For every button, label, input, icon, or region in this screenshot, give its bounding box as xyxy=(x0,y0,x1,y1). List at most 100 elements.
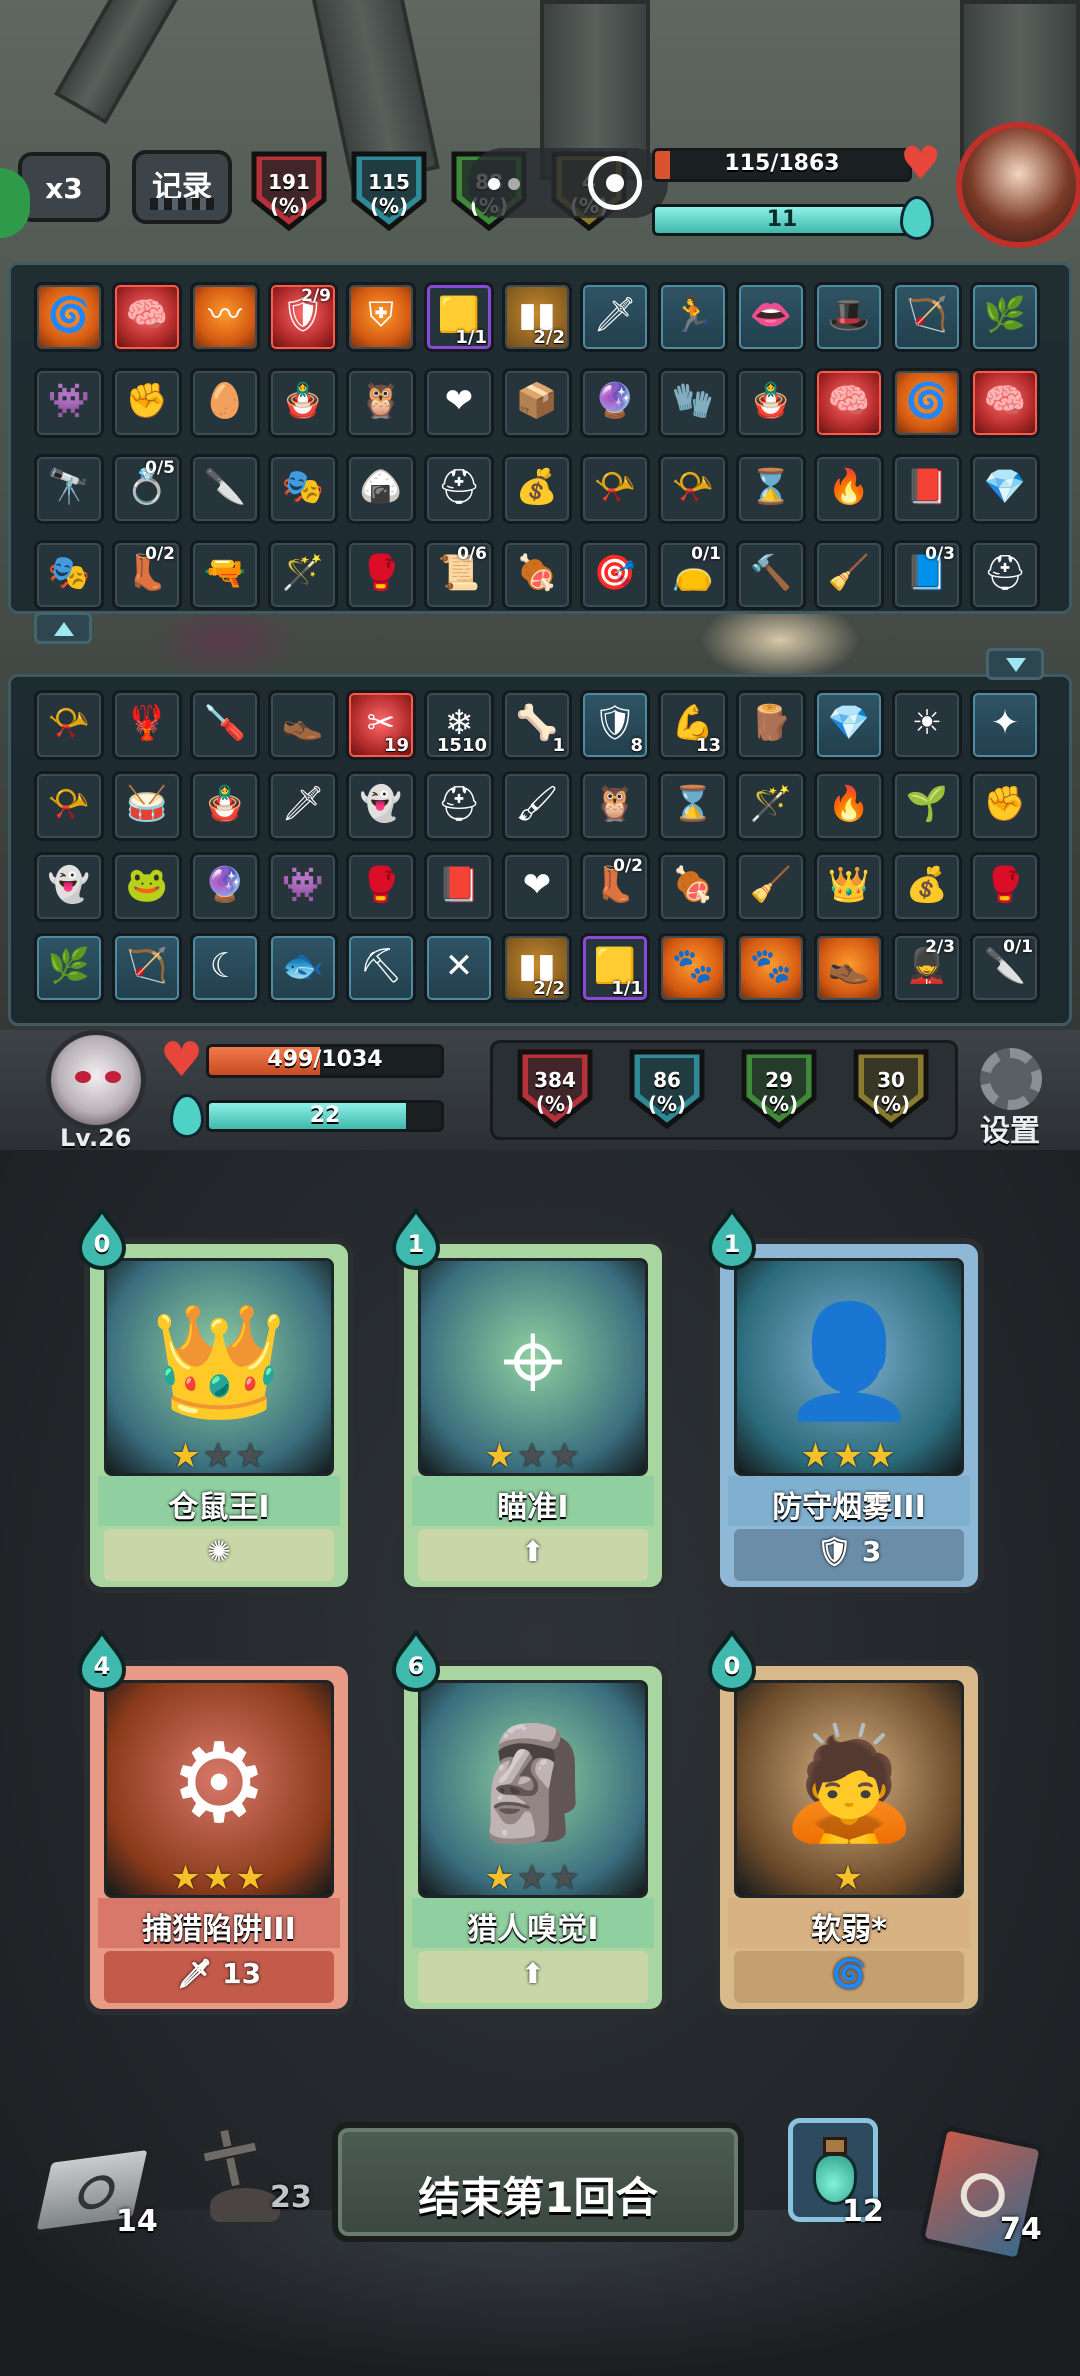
item-slot[interactable]: 🪄 xyxy=(268,540,338,610)
item-slot[interactable]: 👾 xyxy=(34,368,104,438)
item-slot[interactable]: 🪄 xyxy=(736,771,806,841)
item-slot[interactable]: 📜 0/6 xyxy=(424,540,494,610)
item-slot[interactable]: 🧠 xyxy=(112,282,182,352)
player-stat-badge[interactable]: 384 (%) xyxy=(516,1048,594,1130)
item-slot[interactable]: 🧹 xyxy=(736,852,806,922)
item-slot[interactable]: 📯 xyxy=(658,454,728,524)
item-slot[interactable]: 📕 xyxy=(424,852,494,922)
item-slot[interactable]: 🦉 xyxy=(346,368,416,438)
item-slot[interactable]: 👻 xyxy=(346,771,416,841)
item-slot[interactable]: 🔫 xyxy=(190,540,260,610)
skill-card[interactable]: ⚙ ★★★ 捕猎陷阱III 🗡 13 xyxy=(84,1660,354,2015)
player-stat-badge[interactable]: 29 (%) xyxy=(740,1048,818,1130)
item-slot[interactable]: 👻 xyxy=(34,852,104,922)
item-slot[interactable]: 📯 xyxy=(34,690,104,760)
item-slot[interactable]: 💎 xyxy=(814,690,884,760)
item-slot[interactable]: 📘 0/3 xyxy=(892,540,962,610)
item-slot[interactable]: 🥊 xyxy=(346,852,416,922)
item-slot[interactable]: 🛡 8 xyxy=(580,690,650,760)
item-slot[interactable]: 💂 2/3 xyxy=(892,933,962,1003)
item-slot[interactable]: 🪵 xyxy=(736,690,806,760)
item-slot[interactable]: ✊ xyxy=(112,368,182,438)
skill-card[interactable]: 👤 ★★★ 防守烟雾III 🛡 3 xyxy=(714,1238,984,1593)
item-slot[interactable]: 🌀 xyxy=(892,368,962,438)
item-slot[interactable]: ✂ 19 xyxy=(346,690,416,760)
item-slot[interactable]: ✕ xyxy=(424,933,494,1003)
item-slot[interactable]: 🔭 xyxy=(34,454,104,524)
gear-icon[interactable] xyxy=(980,1048,1042,1110)
item-slot[interactable]: 🏹 xyxy=(112,933,182,1003)
item-slot[interactable]: 🛡 2/9 xyxy=(268,282,338,352)
skill-card[interactable]: ⌖ ★★★ 瞄准I ⬆ xyxy=(398,1238,668,1593)
item-slot[interactable]: 🪆 xyxy=(736,368,806,438)
item-slot[interactable]: ⛑ xyxy=(424,771,494,841)
enemy-stat-badge[interactable]: 191 (%) xyxy=(250,150,328,232)
item-slot[interactable]: 📯 xyxy=(34,771,104,841)
item-slot[interactable]: ⛨ xyxy=(346,282,416,352)
item-slot[interactable]: 👾 xyxy=(268,852,338,922)
item-slot[interactable]: 🌱 xyxy=(892,771,962,841)
skill-card[interactable]: 🗿 ★★★ 猎人嗅觉I ⬆ xyxy=(398,1660,668,2015)
item-slot[interactable]: 🟨 1/1 xyxy=(424,282,494,352)
item-slot[interactable]: ⌛ xyxy=(736,454,806,524)
item-slot[interactable]: 👄 xyxy=(736,282,806,352)
item-slot[interactable]: 🦞 xyxy=(112,690,182,760)
item-slot[interactable]: 🐸 xyxy=(112,852,182,922)
item-slot[interactable]: 🐟 xyxy=(268,933,338,1003)
item-slot[interactable]: ▮▮ 2/2 xyxy=(502,933,572,1003)
item-slot[interactable]: ❄ 1510 xyxy=(424,690,494,760)
item-slot[interactable]: 🐾 xyxy=(658,933,728,1003)
expand-player-items-button[interactable] xyxy=(986,648,1044,680)
item-slot[interactable]: 🎭 xyxy=(268,454,338,524)
item-slot[interactable]: 🔪 0/1 xyxy=(970,933,1040,1003)
item-slot[interactable]: 📦 xyxy=(502,368,572,438)
item-slot[interactable]: ⌛ xyxy=(658,771,728,841)
item-slot[interactable]: 🥊 xyxy=(970,852,1040,922)
item-slot[interactable]: 👢 0/2 xyxy=(112,540,182,610)
item-slot[interactable]: 👞 xyxy=(814,933,884,1003)
item-slot[interactable]: 🥊 xyxy=(346,540,416,610)
item-slot[interactable]: 🥁 xyxy=(112,771,182,841)
item-slot[interactable]: 🪆 xyxy=(268,368,338,438)
item-slot[interactable]: 💍 0/5 xyxy=(112,454,182,524)
item-slot[interactable]: 🪛 xyxy=(190,690,260,760)
item-slot[interactable]: 🎭 xyxy=(34,540,104,610)
item-slot[interactable]: ☾ xyxy=(190,933,260,1003)
item-slot[interactable]: ❤ xyxy=(502,852,572,922)
item-slot[interactable]: 🥚 xyxy=(190,368,260,438)
item-slot[interactable]: 💰 xyxy=(892,852,962,922)
overlay-toggle[interactable] xyxy=(468,148,668,218)
item-slot[interactable]: 🦴 1 xyxy=(502,690,572,760)
item-slot[interactable]: 👝 0/1 xyxy=(658,540,728,610)
item-slot[interactable]: 🖌 xyxy=(502,771,572,841)
item-slot[interactable]: 🔪 xyxy=(190,454,260,524)
item-slot[interactable]: ▮▮ 2/2 xyxy=(502,282,572,352)
item-slot[interactable]: 🎩 xyxy=(814,282,884,352)
end-turn-button[interactable]: 结束第1回合 xyxy=(332,2122,744,2242)
item-slot[interactable]: 👞 xyxy=(268,690,338,760)
item-slot[interactable]: 🧹 xyxy=(814,540,884,610)
item-slot[interactable]: 🌀 xyxy=(34,282,104,352)
item-slot[interactable]: ✦ xyxy=(970,690,1040,760)
item-slot[interactable]: 🍙 xyxy=(346,454,416,524)
item-slot[interactable]: 🧠 xyxy=(970,368,1040,438)
item-slot[interactable]: 💎 xyxy=(970,454,1040,524)
item-slot[interactable]: 🧠 xyxy=(814,368,884,438)
item-slot[interactable]: 💰 xyxy=(502,454,572,524)
item-slot[interactable]: ✊ xyxy=(970,771,1040,841)
collapse-enemy-items-button[interactable] xyxy=(34,612,92,644)
player-stat-badge[interactable]: 30 (%) xyxy=(852,1048,930,1130)
enemy-avatar[interactable] xyxy=(956,122,1080,248)
item-slot[interactable]: ⛏ xyxy=(346,933,416,1003)
skill-card[interactable]: 🙇 ★ 软弱* 🌀 xyxy=(714,1660,984,2015)
item-slot[interactable]: 📯 xyxy=(580,454,650,524)
item-slot[interactable]: 📕 xyxy=(892,454,962,524)
item-slot[interactable]: 🦉 xyxy=(580,771,650,841)
item-slot[interactable]: ⛑ xyxy=(970,540,1040,610)
item-slot[interactable]: 🔥 xyxy=(814,454,884,524)
record-button[interactable]: 记录 xyxy=(132,150,232,224)
item-slot[interactable]: 💪 13 xyxy=(658,690,728,760)
speed-button[interactable]: x3 xyxy=(18,152,110,222)
player-avatar[interactable] xyxy=(46,1030,146,1130)
item-slot[interactable]: 🪆 xyxy=(190,771,260,841)
